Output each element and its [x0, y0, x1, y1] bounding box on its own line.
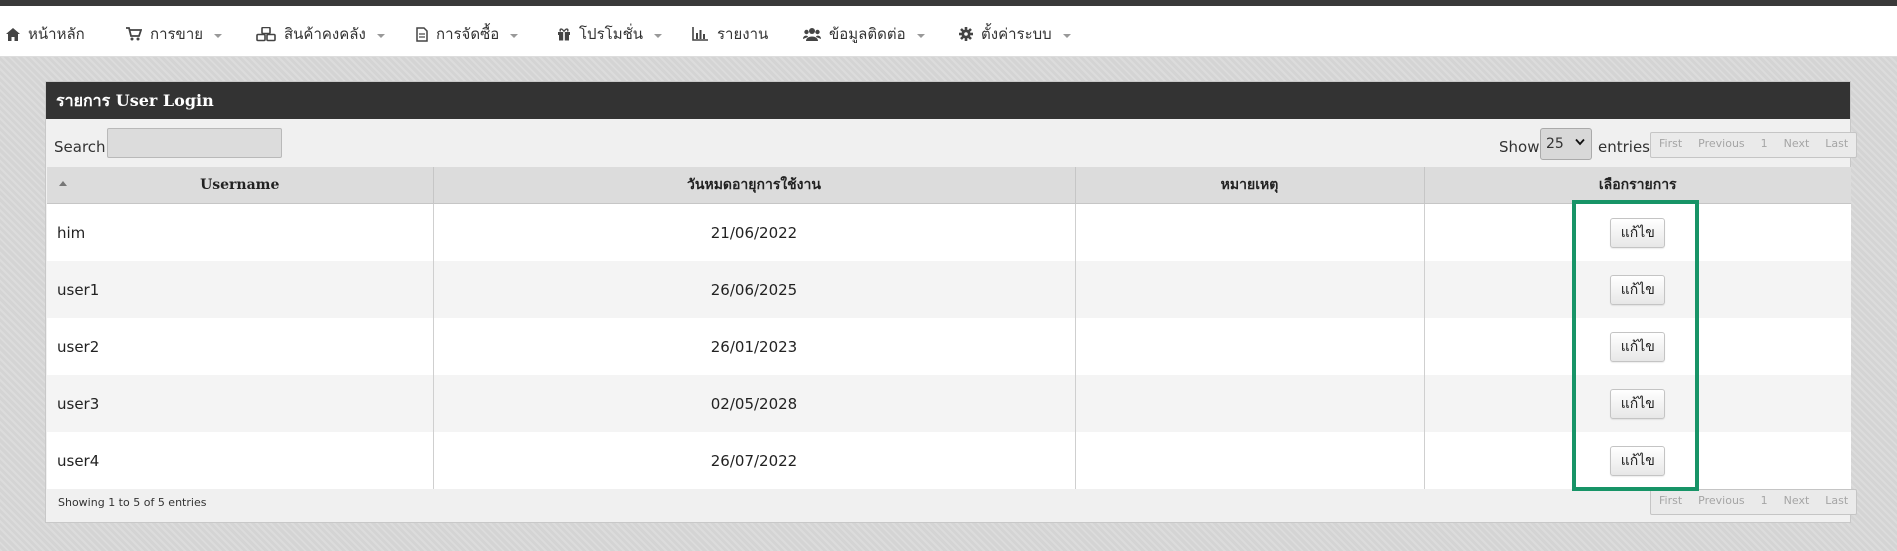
table-row: user1 26/06/2025 แก้ไข [47, 261, 1851, 318]
pager-next[interactable]: Next [1776, 490, 1818, 514]
users-icon [803, 28, 821, 41]
username-cell: user1 [47, 261, 434, 318]
nav-item-promotion[interactable]: โปรโมชั่น [557, 12, 663, 56]
expiry-cell: 21/06/2022 [433, 203, 1076, 261]
pager-last[interactable]: Last [1817, 490, 1856, 514]
expiry-cell: 02/05/2028 [433, 375, 1076, 432]
note-cell [1075, 432, 1425, 489]
expiry-cell: 26/07/2022 [433, 432, 1076, 489]
chevron-down-icon [654, 33, 663, 38]
note-cell [1075, 203, 1425, 261]
pager-page[interactable]: 1 [1753, 490, 1776, 514]
chevron-down-icon [916, 33, 925, 38]
nav-item-settings[interactable]: ตั้งค่าระบบ [959, 12, 1071, 56]
action-cell: แก้ไข [1424, 318, 1851, 375]
pager-first[interactable]: First [1651, 133, 1690, 157]
page-length-select[interactable]: 25 [1540, 128, 1592, 160]
nav-item-report[interactable]: รายงาน [692, 12, 768, 56]
table-header-row: Username วันหมดอายุการใช้งาน หมายเหตุ เล… [47, 167, 1851, 204]
table-row: user3 02/05/2028 แก้ไข [47, 375, 1851, 432]
entries-label: entries [1598, 138, 1650, 156]
column-header-note[interactable]: หมายเหตุ [1075, 167, 1425, 204]
column-header-expiry[interactable]: วันหมดอายุการใช้งาน [433, 167, 1076, 204]
chevron-down-icon [376, 33, 385, 38]
expiry-cell: 26/01/2023 [433, 318, 1076, 375]
nav-item-sales[interactable]: การขาย [126, 12, 223, 56]
column-header-label: เลือกรายการ [1598, 177, 1677, 193]
bar-chart-icon [692, 27, 708, 41]
chevron-down-icon [510, 33, 519, 38]
panel-title: รายการ User Login [46, 82, 1850, 119]
page-length-value: 25 [1546, 136, 1564, 152]
expiry-cell: 26/06/2025 [433, 261, 1076, 318]
note-cell [1075, 261, 1425, 318]
search-input[interactable] [107, 128, 282, 158]
action-cell: แก้ไข [1424, 375, 1851, 432]
note-cell [1075, 375, 1425, 432]
edit-button[interactable]: แก้ไข [1610, 445, 1666, 476]
pager-previous[interactable]: Previous [1690, 133, 1753, 157]
column-header-username[interactable]: Username [47, 167, 434, 204]
cubes-icon [256, 26, 276, 41]
pagination-bottom: First Previous 1 Next Last [1650, 489, 1858, 515]
action-cell: แก้ไข [1424, 432, 1851, 489]
nav-item-contacts[interactable]: ข้อมูลติดต่อ [803, 12, 925, 56]
nav-item-label: การขาย [150, 25, 204, 43]
nav-item-purchasing[interactable]: การจัดซื้อ [416, 12, 519, 56]
nav-item-label: โปรโมชั่น [579, 25, 644, 43]
home-icon [6, 27, 20, 41]
sort-asc-icon [59, 181, 67, 186]
user-login-panel: รายการ User Login Search: Show 25 entrie… [45, 81, 1858, 523]
nav-item-label: ตั้งค่าระบบ [981, 25, 1052, 43]
pager-page[interactable]: 1 [1753, 133, 1776, 157]
table-row: him 21/06/2022 แก้ไข [47, 203, 1851, 261]
pagination-top: First Previous 1 Next Last [1650, 132, 1858, 158]
username-cell: user3 [47, 375, 434, 432]
chevron-down-icon [1062, 33, 1071, 38]
pager-first[interactable]: First [1651, 490, 1690, 514]
column-header-action[interactable]: เลือกรายการ [1424, 167, 1851, 204]
gear-icon [959, 27, 973, 41]
pager-last[interactable]: Last [1817, 133, 1856, 157]
user-table: Username วันหมดอายุการใช้งาน หมายเหตุ เล… [47, 167, 1851, 489]
column-header-label: หมายเหตุ [1220, 177, 1279, 193]
nav-item-home[interactable]: หน้าหลัก [6, 12, 85, 56]
pager-next[interactable]: Next [1776, 133, 1818, 157]
edit-button[interactable]: แก้ไข [1610, 217, 1666, 248]
table-info: Showing 1 to 5 of 5 entries [58, 496, 207, 509]
nav-item-inventory[interactable]: สินค้าคงคลัง [256, 12, 385, 56]
chevron-down-icon [214, 33, 223, 38]
nav-item-label: การจัดซื้อ [436, 25, 500, 43]
cart-icon [126, 27, 142, 41]
column-header-label: วันหมดอายุการใช้งาน [687, 177, 821, 193]
table-row: user2 26/01/2023 แก้ไข [47, 318, 1851, 375]
document-icon [416, 26, 428, 42]
column-header-label: Username [200, 177, 280, 193]
show-label: Show [1499, 138, 1540, 156]
table-row: user4 26/07/2022 แก้ไข [47, 432, 1851, 489]
edit-button[interactable]: แก้ไข [1610, 274, 1666, 305]
username-cell: user2 [47, 318, 434, 375]
search-label: Search: [54, 138, 111, 156]
main-navbar: หน้าหลัก การขาย สินค้าคงคลัง การจัดซื้อ … [0, 6, 1897, 57]
action-cell: แก้ไข [1424, 261, 1851, 318]
edit-button[interactable]: แก้ไข [1610, 331, 1666, 362]
pager-previous[interactable]: Previous [1690, 490, 1753, 514]
username-cell: user4 [47, 432, 434, 489]
action-cell: แก้ไข [1424, 203, 1851, 261]
edit-button[interactable]: แก้ไข [1610, 388, 1666, 419]
username-cell: him [47, 203, 434, 261]
nav-item-label: สินค้าคงคลัง [284, 25, 366, 43]
gift-icon [558, 28, 570, 41]
nav-item-label: ข้อมูลติดต่อ [829, 25, 906, 43]
nav-item-label: หน้าหลัก [28, 25, 85, 43]
nav-item-label: รายงาน [717, 25, 769, 43]
chevron-down-icon [1575, 138, 1585, 146]
note-cell [1075, 318, 1425, 375]
